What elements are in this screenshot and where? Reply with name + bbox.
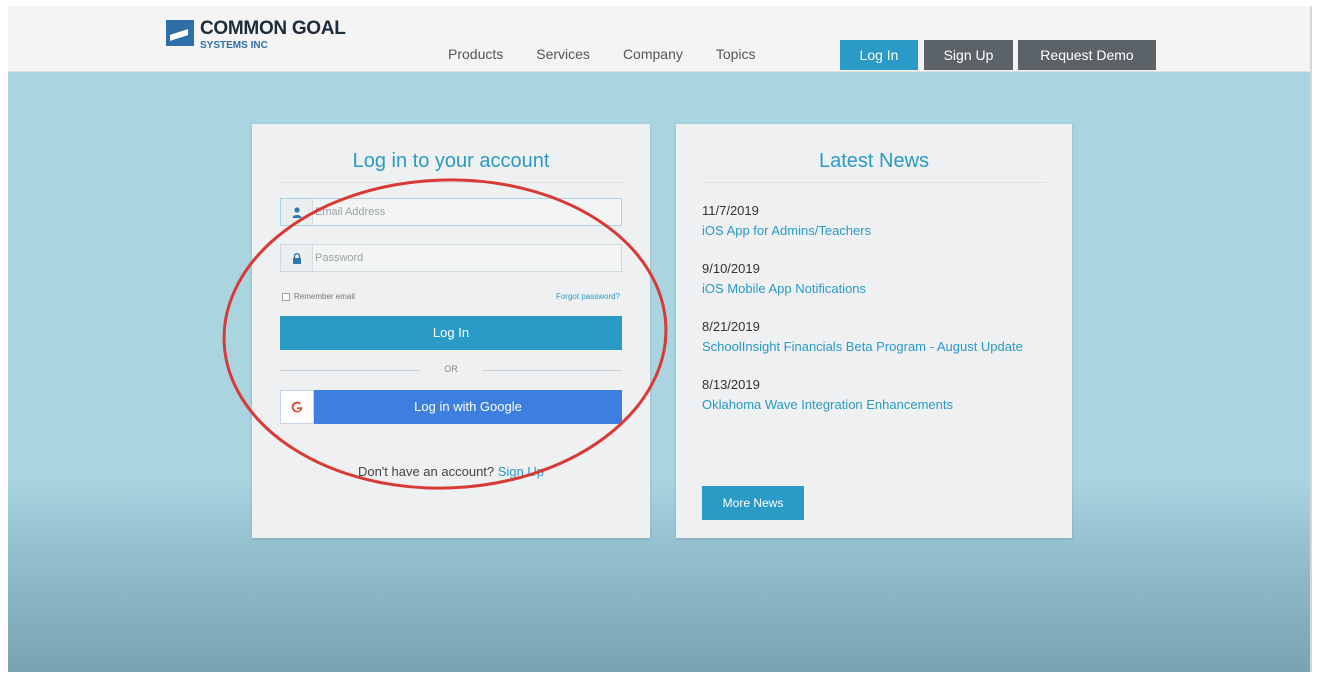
remember-email-checkbox[interactable] bbox=[282, 292, 290, 301]
browser-viewport: COMMON GOAL SYSTEMS INC Products Service… bbox=[8, 6, 1312, 672]
google-icon-glyph bbox=[291, 401, 303, 413]
login-title: Log in to your account bbox=[352, 150, 550, 172]
forgot-password-link[interactable]: Forgot password? bbox=[556, 292, 620, 301]
hero-section: Log in to your account Email Address Rem… bbox=[8, 72, 1310, 672]
news-title-divider bbox=[702, 182, 1046, 183]
news-link[interactable]: Oklahoma Wave Integration Enhancements bbox=[702, 394, 1052, 416]
news-date: 11/7/2019 bbox=[702, 203, 759, 218]
news-item: 11/7/2019 iOS App for Admins/Teachers bbox=[702, 202, 1052, 242]
password-field bbox=[280, 244, 622, 272]
logo-subtitle: SYSTEMS INC bbox=[200, 40, 268, 51]
email-input[interactable] bbox=[315, 201, 615, 223]
news-item: 8/21/2019 SchoolInsight Financials Beta … bbox=[702, 318, 1052, 358]
header-signup-button[interactable]: Sign Up bbox=[924, 40, 1013, 70]
login-submit-button[interactable]: Log In bbox=[280, 316, 622, 350]
logo-mark-icon bbox=[166, 20, 194, 46]
login-title-divider bbox=[278, 182, 624, 183]
nav-topics[interactable]: Topics bbox=[716, 46, 756, 62]
more-news-button[interactable]: More News bbox=[702, 486, 804, 520]
site-header: COMMON GOAL SYSTEMS INC Products Service… bbox=[8, 6, 1310, 72]
nav-company[interactable]: Company bbox=[623, 46, 683, 62]
password-input[interactable] bbox=[315, 247, 615, 269]
lock-icon bbox=[281, 245, 313, 271]
news-title: Latest News bbox=[818, 150, 930, 172]
news-link[interactable]: iOS Mobile App Notifications bbox=[702, 278, 1052, 300]
or-label: OR bbox=[444, 364, 458, 374]
remember-email-label: Remember email bbox=[294, 292, 355, 301]
email-field bbox=[280, 198, 622, 226]
news-link[interactable]: iOS App for Admins/Teachers bbox=[702, 220, 1052, 242]
google-login-button[interactable]: Log in with Google bbox=[280, 390, 622, 424]
news-date: 9/10/2019 bbox=[702, 261, 760, 276]
main-nav: Products Services Company Topics bbox=[448, 46, 756, 62]
header-login-button[interactable]: Log In bbox=[840, 40, 918, 70]
news-card: Latest News 11/7/2019 iOS App for Admins… bbox=[676, 124, 1072, 538]
signup-link[interactable]: Sign Up bbox=[498, 464, 544, 479]
or-line-right bbox=[482, 370, 622, 371]
nav-services[interactable]: Services bbox=[536, 46, 590, 62]
signup-prompt: Don't have an account? Sign Up bbox=[252, 464, 650, 479]
news-date: 8/21/2019 bbox=[702, 319, 760, 334]
no-account-text: Don't have an account? bbox=[357, 464, 495, 479]
news-item: 9/10/2019 iOS Mobile App Notifications bbox=[702, 260, 1052, 300]
nav-products[interactable]: Products bbox=[448, 46, 503, 62]
news-date: 8/13/2019 bbox=[702, 377, 760, 392]
company-logo[interactable]: COMMON GOAL SYSTEMS INC bbox=[166, 18, 356, 58]
news-list: 11/7/2019 iOS App for Admins/Teachers 9/… bbox=[702, 202, 1052, 434]
google-login-label: Log in with Google bbox=[414, 399, 522, 414]
remember-email[interactable]: Remember email bbox=[282, 292, 355, 301]
user-icon-glyph bbox=[292, 206, 301, 218]
news-item: 8/13/2019 Oklahoma Wave Integration Enha… bbox=[702, 376, 1052, 416]
google-icon bbox=[280, 390, 314, 424]
or-divider: OR bbox=[280, 364, 622, 376]
logo-name: COMMON GOAL bbox=[200, 18, 346, 39]
login-card: Log in to your account Email Address Rem… bbox=[252, 124, 650, 538]
request-demo-button[interactable]: Request Demo bbox=[1018, 40, 1156, 70]
news-link[interactable]: SchoolInsight Financials Beta Program - … bbox=[702, 336, 1052, 358]
user-icon bbox=[281, 199, 313, 225]
lock-icon-glyph bbox=[292, 252, 301, 264]
